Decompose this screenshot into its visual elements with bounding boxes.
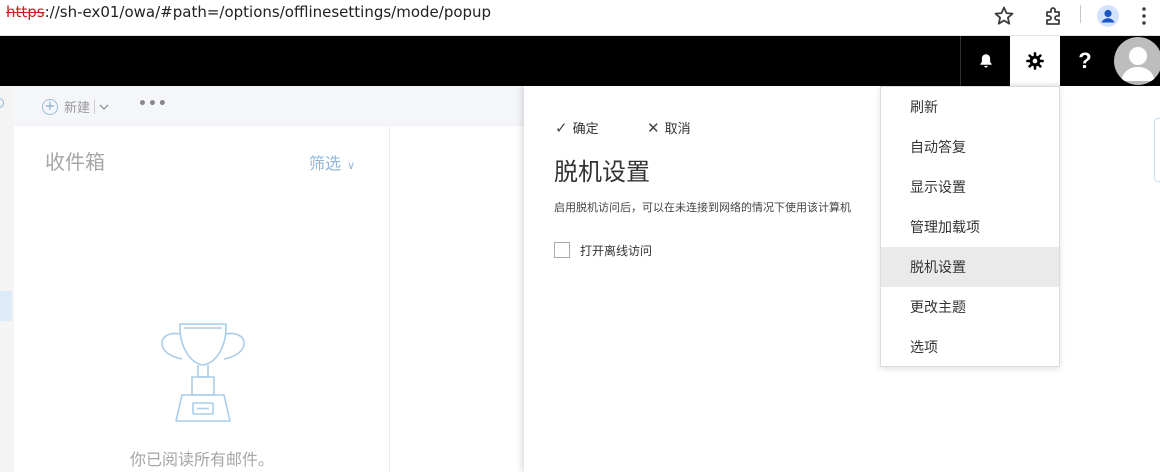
filter-label: 筛选 — [309, 154, 342, 173]
offline-access-label[interactable]: 打开离线访问 — [580, 242, 652, 259]
search-icon[interactable] — [0, 98, 4, 108]
menu-item-display-settings[interactable]: 显示设置 — [881, 167, 1059, 207]
toolbar-separator — [1080, 5, 1081, 23]
ok-label: 确定 — [572, 122, 599, 137]
folder-title: 收件箱 — [45, 150, 105, 174]
avatar[interactable] — [1114, 37, 1160, 85]
offline-settings-panel: ✓ 确定 ✕ 取消 脱机设置 启用脱机访问后，可以在未连接到网络的情况下使用该计算机… — [524, 86, 1160, 472]
browser-address-bar: https://sh-ex01/owa/#path=/options/offli… — [0, 0, 1160, 36]
bell-icon — [979, 54, 992, 68]
filter-button[interactable]: 筛选 ∨ — [309, 150, 355, 174]
help-icon: ? — [1078, 48, 1092, 73]
left-nav-strip — [0, 86, 14, 472]
notifications-button[interactable] — [960, 36, 1010, 86]
checkmark-icon: ✓ — [555, 118, 568, 137]
trophy-icon — [161, 323, 245, 422]
settings-menu: 刷新 自动答复 显示设置 管理加载项 脱机设置 更改主题 选项 — [880, 86, 1060, 367]
extensions-icon[interactable] — [1042, 4, 1066, 28]
chevron-down-icon: ∨ — [347, 159, 356, 172]
more-actions-icon[interactable]: ••• — [138, 96, 168, 112]
cancel-button[interactable]: ✕ 取消 — [647, 118, 691, 138]
menu-item-automatic-replies[interactable]: 自动答复 — [881, 127, 1059, 167]
nav-selected-marker — [0, 291, 12, 321]
menu-item-refresh[interactable]: 刷新 — [881, 87, 1059, 127]
new-divider — [94, 99, 96, 114]
settings-button[interactable] — [1010, 36, 1060, 86]
cancel-label: 取消 — [664, 122, 691, 137]
new-label: 新建 — [64, 101, 91, 116]
close-icon: ✕ — [647, 118, 660, 137]
chevron-down-icon[interactable] — [99, 102, 109, 112]
empty-state-message: 你已阅读所有邮件。 — [129, 450, 274, 469]
page-title: 脱机设置 — [554, 158, 650, 186]
panel-description: 启用脱机访问后，可以在未连接到网络的情况下使用该计算机 — [554, 201, 851, 214]
plus-icon: + — [42, 98, 58, 115]
bookmark-star-icon[interactable] — [992, 4, 1016, 28]
menu-item-manage-addins[interactable]: 管理加载项 — [881, 207, 1059, 247]
app-topbar: ? — [0, 36, 1160, 86]
user-silhouette-icon — [1121, 47, 1155, 81]
new-button[interactable]: + 新建 — [42, 97, 109, 116]
browser-menu-icon[interactable] — [1132, 4, 1156, 28]
address-url[interactable]: https://sh-ex01/owa/#path=/options/offli… — [6, 3, 491, 21]
side-panel-tab[interactable] — [1154, 118, 1160, 182]
message-list: 收件箱 筛选 ∨ 你已阅读所有邮件。 — [14, 126, 390, 472]
menu-item-change-theme[interactable]: 更改主题 — [881, 287, 1059, 327]
gear-icon — [1026, 52, 1044, 70]
ok-button[interactable]: ✓ 确定 — [555, 118, 599, 138]
help-button[interactable]: ? — [1060, 36, 1110, 86]
command-bar: + 新建 ••• — [14, 86, 524, 126]
menu-item-offline-settings[interactable]: 脱机设置 — [881, 247, 1059, 287]
url-path: ://sh-ex01/owa/#path=/options/offlineset… — [44, 3, 492, 21]
offline-access-checkbox[interactable] — [554, 242, 570, 258]
reading-pane — [390, 126, 524, 472]
menu-item-options[interactable]: 选项 — [881, 327, 1059, 367]
profile-icon[interactable] — [1096, 4, 1120, 28]
url-scheme: https — [6, 3, 45, 21]
